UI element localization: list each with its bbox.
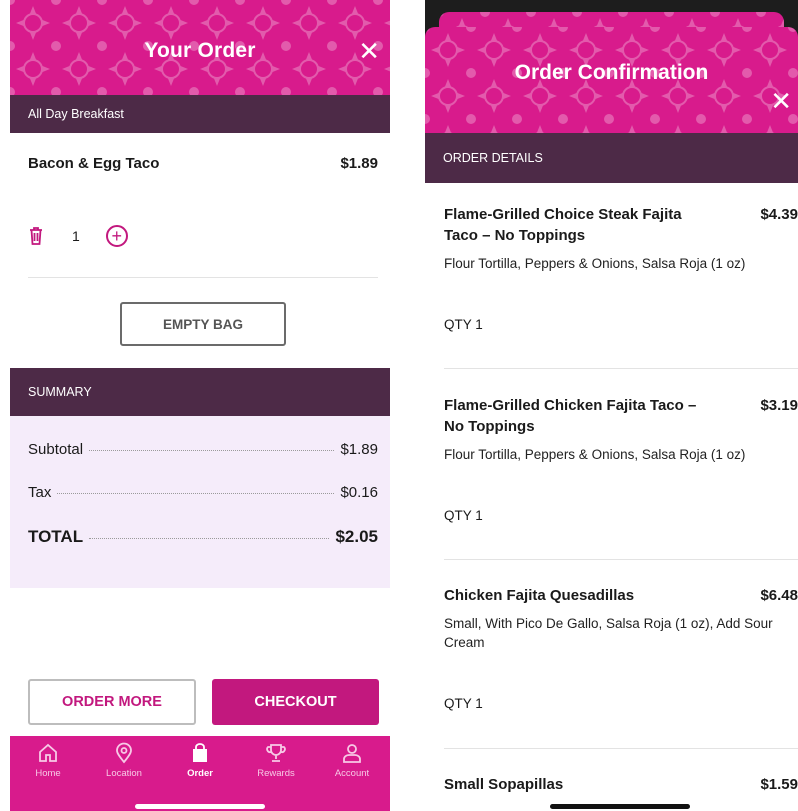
leader-dots bbox=[89, 450, 335, 451]
order-item-description: Flour Tortilla, Peppers & Onions, Salsa … bbox=[444, 256, 746, 271]
checkout-button[interactable]: CHECKOUT bbox=[212, 679, 379, 725]
tax-row: Tax $0.16 bbox=[28, 484, 378, 501]
home-icon bbox=[39, 743, 57, 762]
order-details-header: ORDER DETAILS bbox=[425, 133, 798, 183]
tab-label: Rewards bbox=[257, 768, 295, 779]
divider bbox=[444, 559, 798, 560]
category-header: All Day Breakfast bbox=[10, 95, 390, 133]
summary-panel: Subtotal $1.89 Tax $0.16 TOTAL $2.05 bbox=[10, 416, 390, 588]
tab-label: Location bbox=[106, 768, 142, 779]
plus-icon[interactable]: + bbox=[105, 225, 128, 247]
item-price: $1.89 bbox=[340, 155, 378, 172]
your-order-header: Your Order ✕ bbox=[10, 0, 390, 95]
subtotal-label: Subtotal bbox=[28, 441, 84, 458]
order-more-button[interactable]: ORDER MORE bbox=[28, 679, 196, 725]
order-item: Chicken Fajita Quesadillas $6.48 Small, W… bbox=[444, 585, 798, 711]
tab-order[interactable]: Order bbox=[162, 736, 238, 811]
order-item-qty: QTY 1 bbox=[444, 696, 483, 711]
trophy-icon bbox=[266, 744, 286, 762]
order-item-description: Small, With Pico De Gallo, Salsa Roja (1… bbox=[444, 616, 773, 650]
leader-dots bbox=[89, 538, 330, 539]
divider bbox=[444, 748, 798, 749]
order-item-description: Flour Tortilla, Peppers & Onions, Salsa … bbox=[444, 447, 746, 462]
order-item: Small Sopapillas $1.59 bbox=[444, 774, 798, 795]
item-name: Bacon & Egg Taco bbox=[28, 155, 160, 172]
home-indicator bbox=[550, 804, 690, 809]
order-confirmation-screen: Order Confirmation ✕ ORDER DETAILS Flame… bbox=[425, 0, 798, 811]
empty-bag-button[interactable]: EMPTY BAG bbox=[120, 302, 286, 346]
home-indicator bbox=[135, 804, 265, 809]
total-value: $2.05 bbox=[335, 527, 378, 546]
subtotal-row: Subtotal $1.89 bbox=[28, 441, 378, 458]
page-title: Order Confirmation bbox=[514, 61, 709, 84]
your-order-screen: Your Order ✕ All Day Breakfast Bacon & E… bbox=[10, 0, 390, 811]
quantity-stepper: 1 + bbox=[28, 222, 128, 250]
tab-label: Home bbox=[35, 768, 61, 779]
order-item: Flame-Grilled Chicken Fajita Taco – No T… bbox=[444, 395, 798, 523]
tax-label: Tax bbox=[28, 484, 52, 501]
trash-icon[interactable] bbox=[28, 226, 44, 246]
tab-location[interactable]: Location bbox=[86, 736, 162, 811]
cart-item: Bacon & Egg Taco $1.89 bbox=[28, 155, 378, 172]
order-item: Flame-Grilled Choice Steak Fajita Taco –… bbox=[444, 204, 798, 332]
summary-header: SUMMARY bbox=[10, 368, 390, 416]
order-item-name: Small Sopapillas bbox=[444, 776, 564, 793]
subtotal-value: $1.89 bbox=[340, 441, 378, 458]
location-pin-icon bbox=[116, 742, 132, 764]
order-item-name: Chicken Fajita Quesadillas bbox=[444, 587, 635, 604]
order-item-qty: QTY 1 bbox=[444, 508, 483, 523]
total-label: TOTAL bbox=[28, 527, 84, 546]
page-title: Your Order bbox=[144, 39, 256, 62]
close-icon[interactable]: ✕ bbox=[770, 88, 792, 114]
order-item-price: $4.39 bbox=[760, 206, 798, 223]
person-icon bbox=[343, 744, 361, 763]
tab-account[interactable]: Account bbox=[314, 736, 390, 811]
bag-icon bbox=[193, 743, 207, 762]
quantity-value: 1 bbox=[72, 228, 80, 244]
tab-label: Order bbox=[187, 768, 213, 779]
order-item-qty: QTY 1 bbox=[444, 317, 483, 332]
order-item-name: Flame-Grilled Choice Steak Fajita Taco –… bbox=[444, 206, 682, 244]
tab-home[interactable]: Home bbox=[10, 736, 86, 811]
tab-label: Account bbox=[334, 768, 370, 779]
order-item-price: $1.59 bbox=[760, 776, 798, 793]
close-icon[interactable]: ✕ bbox=[358, 38, 380, 64]
tab-rewards[interactable]: Rewards bbox=[238, 736, 314, 811]
order-item-price: $3.19 bbox=[760, 397, 798, 414]
order-item-price: $6.48 bbox=[760, 587, 798, 604]
bottom-tab-bar: Home Location Order Rewards Account bbox=[10, 736, 390, 811]
divider bbox=[28, 277, 378, 278]
leader-dots bbox=[57, 493, 335, 494]
total-row: TOTAL $2.05 bbox=[28, 527, 378, 547]
tax-value: $0.16 bbox=[340, 484, 378, 501]
order-item-name: Flame-Grilled Chicken Fajita Taco – No T… bbox=[444, 397, 697, 435]
divider bbox=[444, 368, 798, 369]
